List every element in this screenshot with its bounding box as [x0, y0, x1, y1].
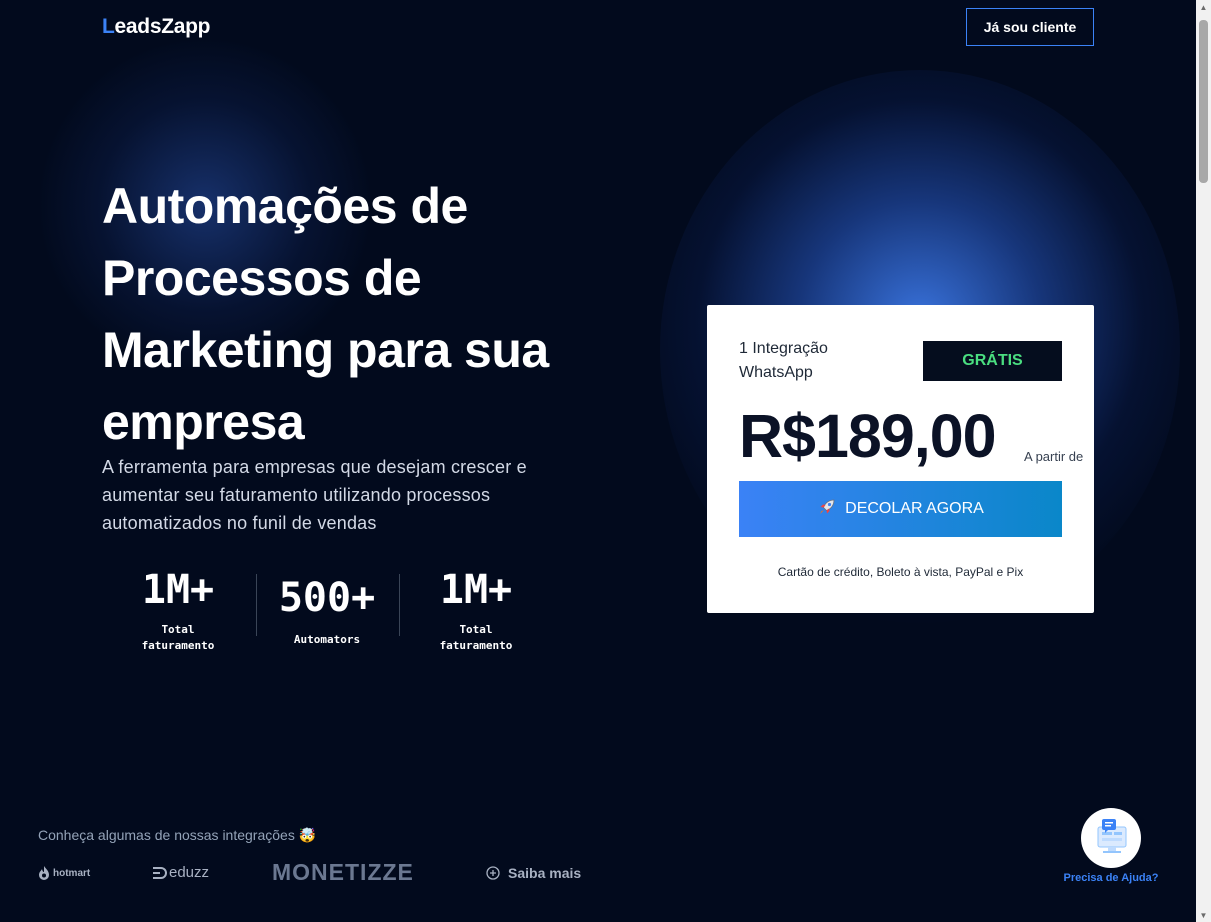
payment-methods: Cartão de crédito, Boleto à vista, PayPa… [777, 565, 1024, 579]
logo-first-letter: L [102, 15, 115, 38]
help-bubble[interactable] [1081, 808, 1141, 868]
scroll-down-arrow-icon[interactable]: ▼ [1196, 908, 1211, 922]
stat-automators: 500+ Automators [267, 576, 387, 648]
help-widget[interactable]: Precisa de Ajuda? [1058, 808, 1164, 884]
eduzz-icon [153, 866, 167, 879]
hero-title: Automações de Processos de Marketing par… [102, 178, 549, 450]
price-note: A partir de [1024, 449, 1084, 464]
eduzz-logo: eduzz [151, 864, 209, 881]
plus-circle-icon [486, 866, 500, 880]
stat-divider [256, 574, 257, 636]
hotmart-logo: hotmart [38, 866, 90, 880]
rocket-icon [817, 497, 837, 522]
logo-rest: eadsZapp [114, 15, 211, 38]
integrations-title: Conheça algumas de nossas integrações 🤯 [38, 827, 317, 843]
decolar-agora-button[interactable]: DECOLAR AGORA [739, 481, 1062, 537]
stat-value: 1M+ [439, 567, 513, 613]
cta-label: DECOLAR AGORA [845, 500, 984, 517]
free-badge: GRÁTIS [923, 341, 1062, 381]
stat-label: Total faturamento [439, 623, 513, 652]
monetizze-logo: MONETIZZE [272, 859, 414, 886]
saiba-mais-link[interactable]: Saiba mais [486, 865, 581, 881]
stat-value: 500+ [278, 575, 376, 621]
help-label: Precisa de Ajuda? [1063, 872, 1159, 884]
scroll-thumb[interactable] [1199, 20, 1208, 183]
stat-divider [399, 574, 400, 636]
logo[interactable]: LeadsZapp [102, 15, 210, 39]
chat-support-icon [1097, 819, 1127, 853]
client-login-button[interactable]: Já sou cliente [966, 8, 1094, 46]
page-scrollbar[interactable]: ▲ ▼ [1196, 0, 1211, 922]
stat-value: 1M+ [141, 567, 215, 613]
pricing-card: 1 Integração WhatsApp GRÁTIS R$189,00 A … [707, 305, 1094, 613]
hotmart-text: hotmart [53, 867, 91, 879]
eduzz-text: eduzz [169, 864, 210, 881]
stat-label: Automators [293, 633, 361, 646]
stat-total-faturamento-2: 1M+ Total faturamento [416, 568, 536, 654]
stat-total-faturamento-1: 1M+ Total faturamento [118, 568, 238, 654]
price: R$189,00 [739, 402, 997, 470]
scroll-up-arrow-icon[interactable]: ▲ [1196, 0, 1211, 14]
stat-label: Total faturamento [141, 623, 215, 652]
saiba-mais-label: Saiba mais [508, 865, 582, 881]
integration-label: 1 Integração WhatsApp [739, 340, 828, 381]
monetizze-text: MONETIZZE [272, 859, 414, 885]
hotmart-flame-icon [39, 866, 49, 880]
hero-subtitle: A ferramenta para empresas que desejam c… [102, 457, 527, 533]
